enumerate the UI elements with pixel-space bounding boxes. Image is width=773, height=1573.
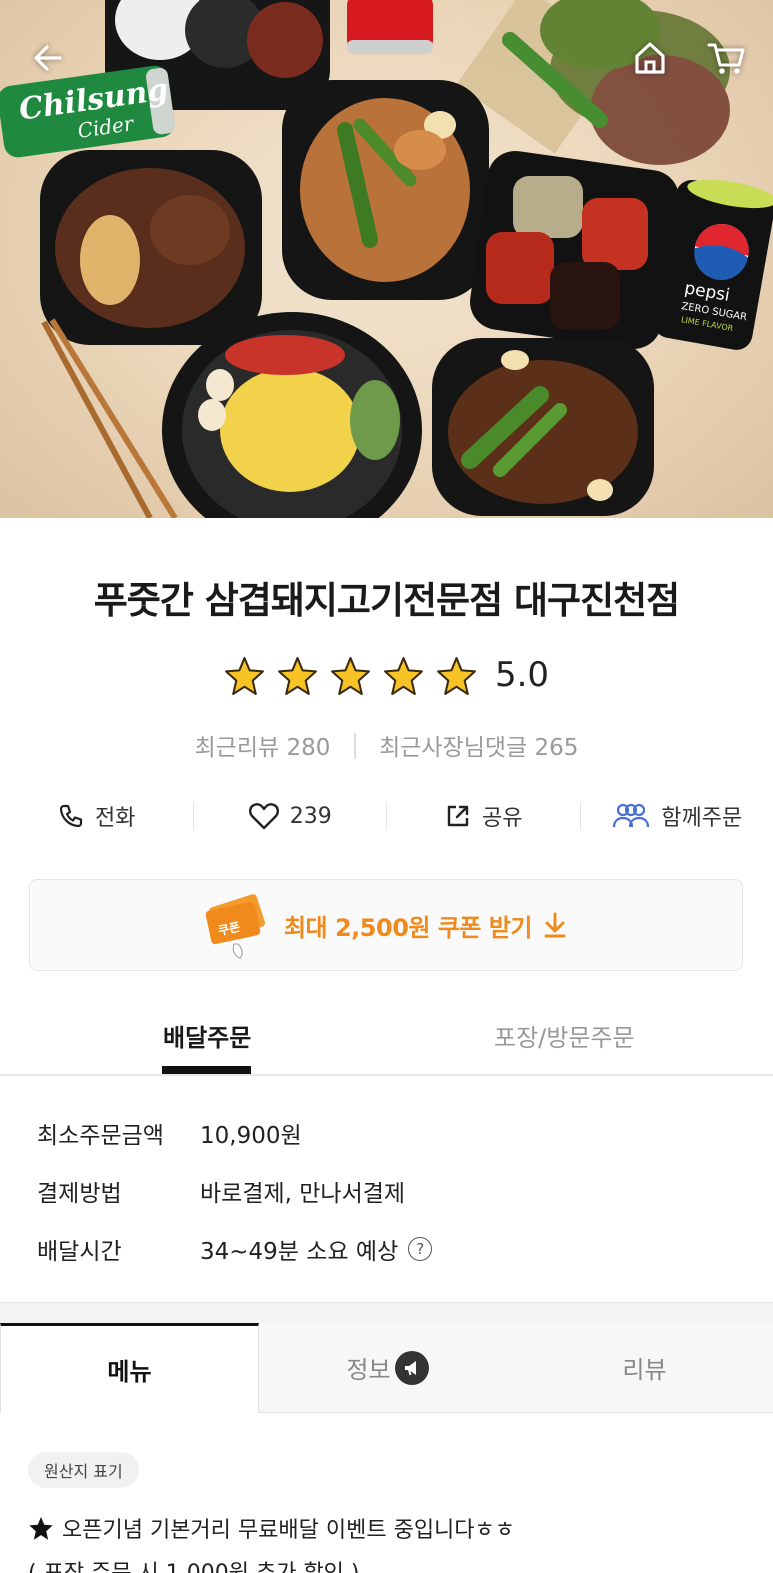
notice-text: 오픈기념 기본거리 무료배달 이벤트 중입니다ㅎㅎ <box>62 1518 516 1543</box>
payment-value: 바로결제, 만나서결제 <box>200 1181 406 1207</box>
cart-icon <box>707 43 745 74</box>
share-button[interactable]: 공유 <box>387 800 580 832</box>
min-order-label: 최소주문금액 <box>37 1123 164 1149</box>
star-icon <box>383 656 423 695</box>
star-icon <box>224 656 264 695</box>
order-type-tabs: 배달주문 포장/방문주문 <box>0 1004 773 1076</box>
back-button[interactable] <box>26 36 70 80</box>
home-icon <box>635 42 665 74</box>
owner-replies-link[interactable]: 최근사장님댓글 265 <box>379 735 578 761</box>
tab-info-label: 정보 <box>346 1356 391 1384</box>
rating-value: 5.0 <box>494 655 550 695</box>
min-order-row: 최소주문금액 10,900원 <box>37 1116 302 1150</box>
coupon-text: 최대 2,500원 쿠폰 받기 <box>283 913 533 942</box>
tab-info[interactable]: 정보 <box>259 1323 516 1412</box>
main-tabs: 메뉴 정보 리뷰 <box>0 1323 773 1413</box>
help-question-icon[interactable]: ? <box>408 1237 433 1261</box>
payment-label: 결제방법 <box>37 1181 122 1207</box>
call-label: 전화 <box>95 806 136 831</box>
call-button[interactable]: 전화 <box>0 800 193 832</box>
notice-line-2: ( 포장 주문 시 1,000원 추가 할인 ) <box>28 1555 360 1573</box>
group-order-label: 함께주문 <box>661 806 743 831</box>
notice-line: 오픈기념 기본거리 무료배달 이벤트 중입니다ㅎㅎ <box>28 1512 515 1544</box>
delivery-time-value: 34~49분 소요 예상 <box>200 1239 399 1265</box>
coupon-ticket-icon: 쿠폰 <box>205 894 265 959</box>
right-pork-tray <box>432 338 654 516</box>
star-icon <box>277 656 317 695</box>
section-divider <box>0 1302 773 1324</box>
min-order-value: 10,900원 <box>200 1123 302 1149</box>
like-button[interactable]: 239 <box>194 801 387 831</box>
share-icon <box>447 805 469 827</box>
coupon-download-button[interactable]: 쿠폰 최대 2,500원 쿠폰 받기 <box>29 879 743 971</box>
tab-pickup-order[interactable]: 포장/방문주문 <box>494 1018 635 1053</box>
divider <box>353 733 356 759</box>
like-count: 239 <box>289 803 332 829</box>
star-icon <box>330 656 370 695</box>
home-button[interactable] <box>628 36 672 80</box>
tab-menu[interactable]: 메뉴 <box>0 1323 259 1413</box>
cart-button[interactable] <box>704 36 748 80</box>
megaphone-icon <box>394 1350 429 1385</box>
arrow-left-icon <box>34 45 62 71</box>
delivery-time-value-wrap: 34~49분 소요 예상 ? <box>200 1232 433 1266</box>
active-tab-indicator <box>162 1066 251 1074</box>
store-actions: 전화 239 공유 함께주문 <box>0 790 773 842</box>
cola-can <box>347 0 433 54</box>
star-icon <box>436 656 476 695</box>
sauce-tray <box>470 151 679 349</box>
delivery-time-label: 배달시간 <box>37 1239 122 1265</box>
chopsticks <box>41 318 178 518</box>
phone-icon <box>59 804 83 828</box>
tab-menu-label: 메뉴 <box>107 1358 152 1386</box>
group-users-icon <box>613 803 650 828</box>
store-name: 푸줏간 삼겹돼지고기전문점 대구진천점 <box>93 579 680 622</box>
payment-row: 결제방법 바로결제, 만나서결제 <box>37 1174 405 1208</box>
tab-review[interactable]: 리뷰 <box>516 1323 773 1412</box>
group-order-button[interactable]: 함께주문 <box>581 800 773 832</box>
heart-icon <box>248 803 279 830</box>
origin-info-chip[interactable]: 원산지 표기 <box>28 1452 139 1488</box>
review-summary: 최근리뷰 280 최근사장님댓글 265 <box>0 728 773 762</box>
download-arrow-icon <box>544 912 566 938</box>
delivery-time-row: 배달시간 34~49분 소요 예상 ? <box>37 1232 433 1266</box>
tab-delivery-order[interactable]: 배달주문 <box>163 1018 251 1053</box>
hero-food-image: Chilsung Cider pepsi ZERO SUGAR LIME FLA… <box>0 0 773 518</box>
share-label: 공유 <box>482 806 523 831</box>
center-meat-tray <box>282 80 489 300</box>
lettuce <box>456 0 730 165</box>
recent-reviews-link[interactable]: 최근리뷰 280 <box>195 735 331 761</box>
star-filled-icon <box>29 1516 53 1540</box>
left-meat-tray <box>40 150 262 345</box>
rating-row: 5.0 <box>0 652 773 698</box>
tab-review-label: 리뷰 <box>622 1356 667 1384</box>
